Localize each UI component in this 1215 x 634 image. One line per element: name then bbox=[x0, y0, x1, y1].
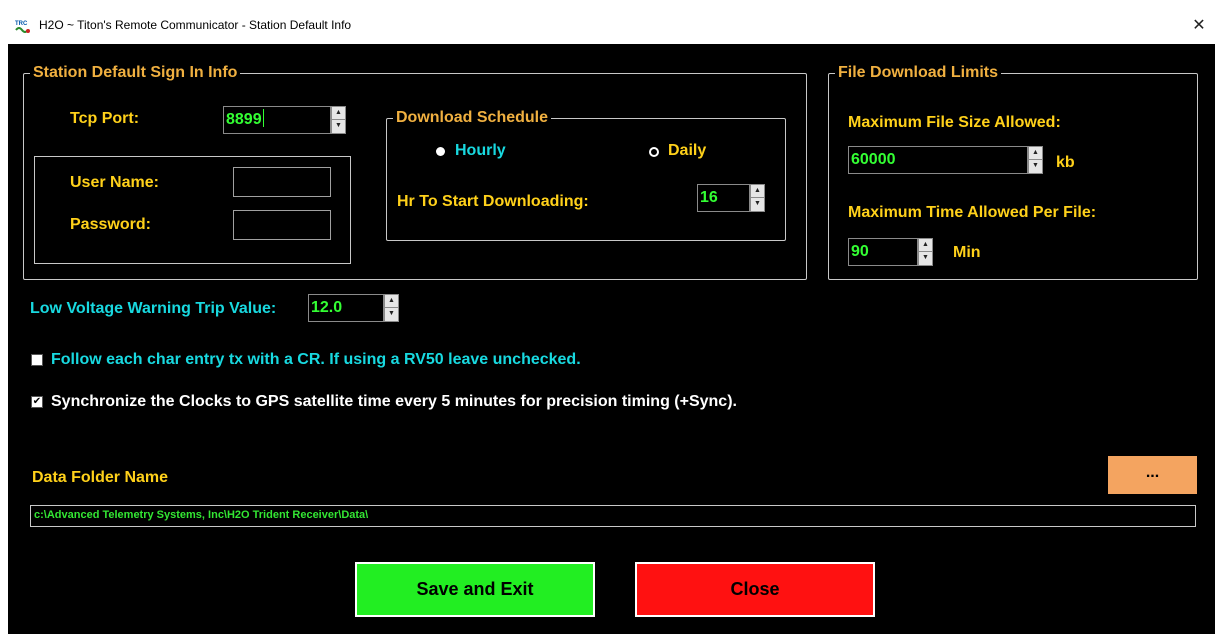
hourly-radio[interactable] bbox=[436, 147, 445, 156]
dialog-window: TRC H2O ~ Titon's Remote Communicator - … bbox=[8, 8, 1215, 634]
max-file-size-spinner[interactable]: ▲ ▼ bbox=[1028, 146, 1043, 174]
save-and-exit-button[interactable]: Save and Exit bbox=[355, 562, 595, 617]
hr-start-input[interactable]: 16 bbox=[697, 184, 750, 212]
max-file-size-unit: kb bbox=[1056, 154, 1075, 171]
svg-text:TRC: TRC bbox=[15, 21, 28, 27]
spin-down-icon[interactable]: ▼ bbox=[919, 252, 932, 265]
close-window-icon[interactable]: ✕ bbox=[1185, 12, 1213, 40]
max-time-input[interactable]: 90 bbox=[848, 238, 918, 266]
low-voltage-input[interactable]: 12.0 bbox=[308, 294, 384, 322]
tcp-port-value: 8899 bbox=[226, 111, 262, 128]
download-schedule-group: Download Schedule bbox=[386, 109, 786, 241]
download-schedule-legend: Download Schedule bbox=[393, 109, 552, 127]
max-time-value: 90 bbox=[851, 243, 869, 260]
tcp-port-label: Tcp Port: bbox=[70, 110, 140, 127]
window-title: H2O ~ Titon's Remote Communicator - Stat… bbox=[39, 18, 352, 32]
hr-start-value: 16 bbox=[700, 189, 718, 206]
user-name-label: User Name: bbox=[70, 174, 159, 191]
low-voltage-spinner[interactable]: ▲ ▼ bbox=[384, 294, 399, 322]
hr-start-label: Hr To Start Downloading: bbox=[397, 193, 589, 210]
spin-down-icon[interactable]: ▼ bbox=[1029, 160, 1042, 173]
max-time-label: Maximum Time Allowed Per File: bbox=[848, 204, 1097, 221]
dialog-body: Station Default Sign In Info Tcp Port: 8… bbox=[8, 44, 1215, 634]
check-icon: ✔ bbox=[32, 396, 42, 407]
password-input[interactable] bbox=[233, 210, 331, 240]
user-name-input[interactable] bbox=[233, 167, 331, 197]
hourly-label[interactable]: Hourly bbox=[455, 142, 506, 160]
data-folder-path-field[interactable]: c:\Advanced Telemetry Systems, Inc\H2O T… bbox=[30, 505, 1196, 527]
tcp-port-spinner[interactable]: ▲ ▼ bbox=[331, 106, 346, 134]
trc-app-icon: TRC bbox=[15, 21, 30, 33]
file-limits-legend: File Download Limits bbox=[835, 64, 1002, 82]
text-caret bbox=[262, 109, 264, 127]
spin-up-icon[interactable]: ▲ bbox=[385, 295, 398, 308]
cr-checkbox-label[interactable]: Follow each char entry tx with a CR. If … bbox=[51, 351, 581, 369]
daily-label[interactable]: Daily bbox=[668, 142, 706, 160]
low-voltage-label: Low Voltage Warning Trip Value: bbox=[30, 300, 277, 317]
sync-checkbox-label[interactable]: Synchronize the Clocks to GPS satellite … bbox=[51, 393, 737, 411]
spin-down-icon[interactable]: ▼ bbox=[751, 198, 764, 211]
spin-up-icon[interactable]: ▲ bbox=[332, 107, 345, 120]
spin-up-icon[interactable]: ▲ bbox=[919, 239, 932, 252]
sign-in-legend: Station Default Sign In Info bbox=[30, 64, 241, 82]
spin-down-icon[interactable]: ▼ bbox=[385, 308, 398, 321]
sync-checkbox[interactable]: ✔ bbox=[31, 396, 43, 408]
daily-radio[interactable] bbox=[649, 147, 659, 157]
data-folder-label: Data Folder Name bbox=[32, 469, 169, 486]
max-file-size-label: Maximum File Size Allowed: bbox=[848, 114, 1061, 131]
browse-folder-button[interactable]: ... bbox=[1108, 456, 1197, 494]
close-button[interactable]: Close bbox=[635, 562, 875, 617]
low-voltage-value: 12.0 bbox=[311, 299, 343, 316]
title-bar: TRC H2O ~ Titon's Remote Communicator - … bbox=[8, 8, 1215, 44]
data-folder-path: c:\Advanced Telemetry Systems, Inc\H2O T… bbox=[34, 509, 369, 521]
max-file-size-value: 60000 bbox=[851, 151, 896, 168]
tcp-port-input[interactable]: 8899 bbox=[223, 106, 331, 134]
password-label: Password: bbox=[70, 216, 151, 233]
hr-start-spinner[interactable]: ▲ ▼ bbox=[750, 184, 765, 212]
spin-up-icon[interactable]: ▲ bbox=[751, 185, 764, 198]
max-time-unit: Min bbox=[953, 244, 981, 261]
cr-checkbox[interactable] bbox=[31, 354, 43, 366]
max-file-size-input[interactable]: 60000 bbox=[848, 146, 1028, 174]
spin-down-icon[interactable]: ▼ bbox=[332, 120, 345, 133]
max-time-spinner[interactable]: ▲ ▼ bbox=[918, 238, 933, 266]
spin-up-icon[interactable]: ▲ bbox=[1029, 147, 1042, 160]
